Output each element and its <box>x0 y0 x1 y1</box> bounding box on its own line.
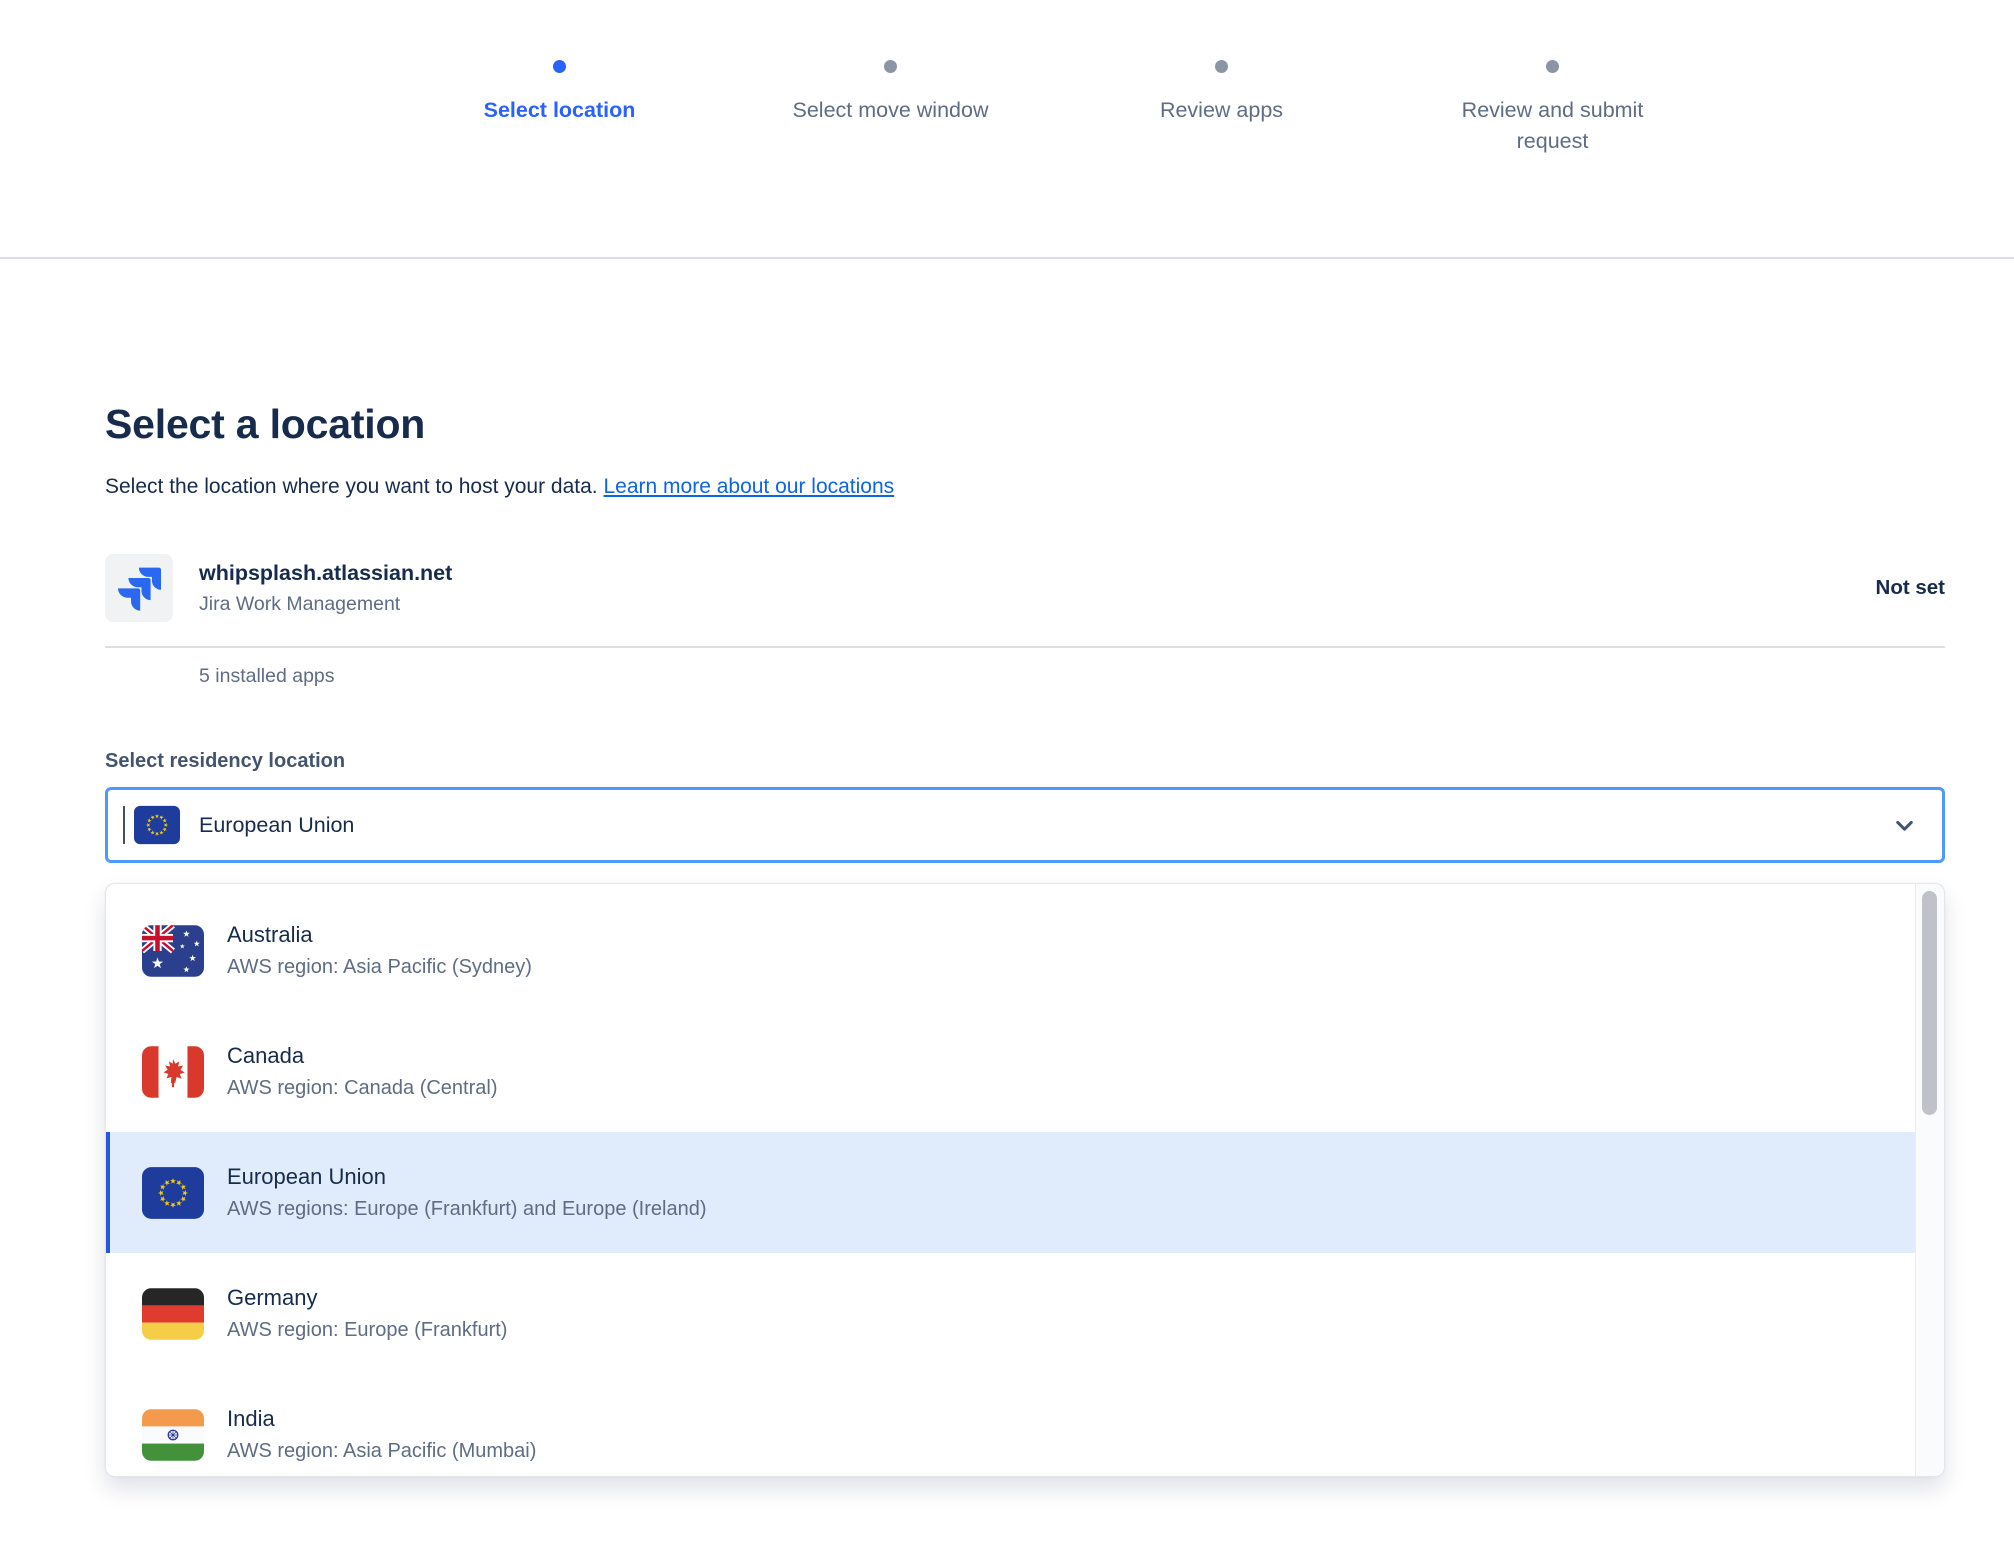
main-content: Select a location Select the location wh… <box>105 259 1945 1477</box>
flag-european-union-icon <box>134 805 180 845</box>
step-dot-icon <box>1546 60 1559 73</box>
option-region: AWS regions: Europe (Frankfurt) and Euro… <box>227 1198 706 1221</box>
option-name: Canada <box>227 1043 498 1069</box>
flag-european-union-icon <box>142 1167 204 1219</box>
intro-sentence: Select the location where you want to ho… <box>105 475 598 498</box>
option-name: Germany <box>227 1285 507 1311</box>
residency-dropdown: Australia AWS region: Asia Pacific (Sydn… <box>105 883 1945 1477</box>
residency-select-label: Select residency location <box>105 750 1945 773</box>
flag-australia-icon <box>142 925 204 977</box>
residency-status-value: Not set <box>1876 576 1945 600</box>
option-region: AWS region: Canada (Central) <box>227 1077 498 1100</box>
select-selected-value: European Union <box>199 813 354 838</box>
dropdown-scrollbar-thumb[interactable] <box>1922 891 1937 1115</box>
site-card: whipsplash.atlassian.net Jira Work Manag… <box>105 554 1945 648</box>
site-text: whipsplash.atlassian.net Jira Work Manag… <box>199 561 452 616</box>
option-european-union[interactable]: European Union AWS regions: Europe (Fran… <box>106 1132 1944 1253</box>
option-name: India <box>227 1406 536 1432</box>
option-text: Canada AWS region: Canada (Central) <box>227 1043 498 1100</box>
jira-logo-icon <box>105 554 173 622</box>
option-region: AWS region: Asia Pacific (Mumbai) <box>227 1440 536 1463</box>
page-title: Select a location <box>105 259 1945 448</box>
text-cursor-icon <box>123 806 125 844</box>
step-select-move-window[interactable]: Select move window <box>725 60 1056 157</box>
chevron-down-icon[interactable] <box>1891 812 1918 839</box>
step-dot-active-icon <box>553 60 566 73</box>
flag-india-icon <box>142 1409 204 1461</box>
step-review-and-submit[interactable]: Review and submit request <box>1387 60 1718 157</box>
option-region: AWS region: Asia Pacific (Sydney) <box>227 956 532 979</box>
option-australia[interactable]: Australia AWS region: Asia Pacific (Sydn… <box>106 890 1944 1011</box>
option-text: India AWS region: Asia Pacific (Mumbai) <box>227 1406 536 1463</box>
option-text: Australia AWS region: Asia Pacific (Sydn… <box>227 922 532 979</box>
step-review-apps[interactable]: Review apps <box>1056 60 1387 157</box>
step-label: Review and submit request <box>1425 95 1680 157</box>
option-text: Germany AWS region: Europe (Frankfurt) <box>227 1285 507 1342</box>
step-label: Review apps <box>1160 95 1283 126</box>
option-canada[interactable]: Canada AWS region: Canada (Central) <box>106 1011 1944 1132</box>
option-india[interactable]: India AWS region: Asia Pacific (Mumbai) <box>106 1374 1944 1477</box>
residency-select[interactable]: European Union <box>105 787 1945 863</box>
progress-stepper: Select location Select move window Revie… <box>0 0 2014 259</box>
step-select-location[interactable]: Select location <box>394 60 725 157</box>
dropdown-scrollbar-track[interactable] <box>1915 884 1944 1476</box>
installed-apps-count: 5 installed apps <box>199 665 1945 688</box>
option-region: AWS region: Europe (Frankfurt) <box>227 1319 507 1342</box>
step-label: Select move window <box>793 95 989 126</box>
site-product: Jira Work Management <box>199 593 452 616</box>
option-germany[interactable]: Germany AWS region: Europe (Frankfurt) <box>106 1253 1944 1374</box>
flag-germany-icon <box>142 1288 204 1340</box>
option-name: European Union <box>227 1164 706 1190</box>
site-name: whipsplash.atlassian.net <box>199 561 452 586</box>
stepper-steps: Select location Select move window Revie… <box>394 60 1718 157</box>
learn-more-link[interactable]: Learn more about our locations <box>603 475 894 498</box>
option-name: Australia <box>227 922 532 948</box>
step-label: Select location <box>484 95 636 126</box>
site-info: whipsplash.atlassian.net Jira Work Manag… <box>105 554 452 622</box>
option-text: European Union AWS regions: Europe (Fran… <box>227 1164 706 1221</box>
flag-canada-icon <box>142 1046 204 1098</box>
intro-text: Select the location where you want to ho… <box>105 475 1945 499</box>
step-dot-icon <box>1215 60 1228 73</box>
step-dot-icon <box>884 60 897 73</box>
